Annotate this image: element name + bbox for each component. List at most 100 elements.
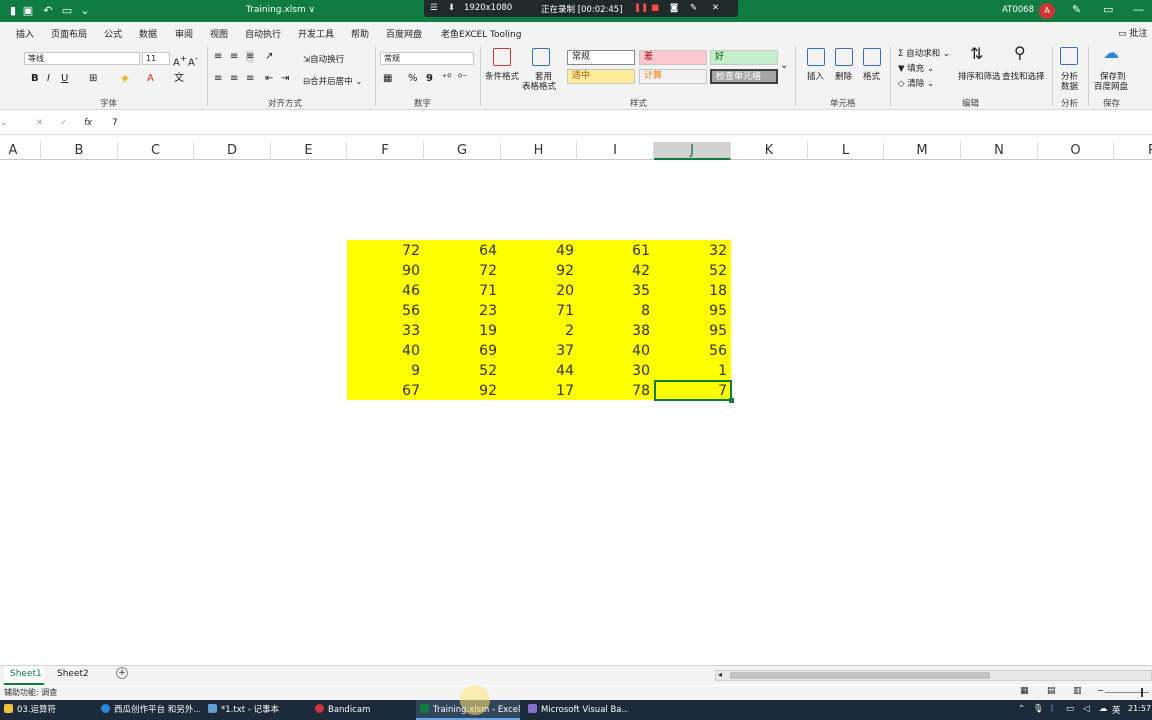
cell-h2[interactable]: 92 <box>501 261 574 281</box>
undo-icon[interactable]: ↶ <box>41 4 55 18</box>
horizontal-scrollbar[interactable]: ◂ <box>715 670 1152 681</box>
number-format-select[interactable]: 常规 <box>380 52 474 65</box>
cell-i4[interactable]: 8 <box>577 301 650 321</box>
cell-f3[interactable]: 46 <box>347 281 420 301</box>
align-top-icon[interactable]: ≡ <box>214 51 222 63</box>
cancel-icon[interactable]: ✕ <box>36 118 43 128</box>
underline-button[interactable]: U <box>61 73 68 85</box>
taskbar-item-browser[interactable]: 西瓜创作平台 和另外... <box>97 700 200 720</box>
screen-icon[interactable]: ▭ <box>60 4 74 18</box>
cell-j2[interactable]: 52 <box>654 261 727 281</box>
camera-icon[interactable]: ◙ <box>670 3 678 13</box>
column-header-j[interactable]: J <box>654 142 731 160</box>
cell-g5[interactable]: 19 <box>424 321 497 341</box>
insert-cells-button[interactable]: 插入 <box>807 70 824 82</box>
format-cells-button[interactable]: 格式 <box>863 70 880 82</box>
cell-h5[interactable]: 2 <box>501 321 574 341</box>
column-header-l[interactable]: L <box>808 142 884 160</box>
cell-g8[interactable]: 92 <box>424 381 497 401</box>
align-middle-icon[interactable]: ≡ <box>230 51 238 63</box>
autosum-button[interactable]: Σ 自动求和 ⌄ <box>898 47 950 59</box>
cell-j7[interactable]: 1 <box>654 361 727 381</box>
normal-view-icon[interactable]: ▦ <box>1020 686 1029 696</box>
cell-g7[interactable]: 52 <box>424 361 497 381</box>
cell-j3[interactable]: 18 <box>654 281 727 301</box>
pin-icon[interactable]: ⬇ <box>448 3 455 13</box>
clock[interactable]: 21:57 <box>1128 704 1151 713</box>
decimal-increase-icon[interactable]: ⁺⁰ <box>442 73 451 85</box>
indent-decrease-icon[interactable]: ⇤ <box>265 73 273 85</box>
cell-h4[interactable]: 71 <box>501 301 574 321</box>
pause-icon[interactable]: ❚❚ <box>634 3 648 13</box>
font-color-icon[interactable]: A <box>147 73 154 85</box>
cell-g1[interactable]: 64 <box>424 241 497 261</box>
page-layout-view-icon[interactable]: ▤ <box>1047 686 1056 696</box>
merge-center-button[interactable]: ⊟合并后居中 ⌄ <box>303 75 362 87</box>
menu-icon[interactable]: ☰ <box>430 3 438 13</box>
cell-i1[interactable]: 61 <box>577 241 650 261</box>
clear-button[interactable]: ◇ 清除 ⌄ <box>898 77 934 89</box>
style-check-cell[interactable]: 检查单元格 <box>710 69 778 84</box>
delete-cells-button[interactable]: 删除 <box>835 70 852 82</box>
phonetic-icon[interactable]: 文 <box>174 73 184 85</box>
cell-i3[interactable]: 35 <box>577 281 650 301</box>
cell-j6[interactable]: 56 <box>654 341 727 361</box>
cell-f6[interactable]: 40 <box>347 341 420 361</box>
indent-increase-icon[interactable]: ⇥ <box>281 73 289 85</box>
comment-button[interactable]: ▭ 批注 <box>1118 26 1147 39</box>
cell-i2[interactable]: 42 <box>577 261 650 281</box>
cell-i6[interactable]: 40 <box>577 341 650 361</box>
cell-g6[interactable]: 69 <box>424 341 497 361</box>
scroll-left-icon[interactable]: ◂ <box>718 670 722 679</box>
tab-page-layout[interactable]: 页面布局 <box>51 27 87 40</box>
column-header-o[interactable]: O <box>1038 142 1114 160</box>
bold-button[interactable]: B <box>31 73 39 85</box>
autosave-icon[interactable]: ▮ <box>6 4 20 18</box>
zoom-out-icon[interactable]: − <box>1097 686 1104 696</box>
style-good[interactable]: 好 <box>710 50 778 65</box>
taskbar-item-vba[interactable]: Microsoft Visual Ba... <box>524 700 628 720</box>
zoom-slider-thumb[interactable] <box>1141 688 1143 697</box>
tab-developer[interactable]: 开发工具 <box>298 27 334 40</box>
table-format-line2[interactable]: 表格格式 <box>522 80 556 92</box>
insert-function-icon[interactable]: fx <box>84 118 92 128</box>
styles-more-icon[interactable]: ⌄ <box>780 60 788 72</box>
stop-icon[interactable]: ■ <box>651 3 659 13</box>
tab-help[interactable]: 帮助 <box>351 27 369 40</box>
cell-f1[interactable]: 72 <box>347 241 420 261</box>
tray-overflow-icon[interactable]: ⌃ <box>1018 704 1025 714</box>
ribbon-display-icon[interactable]: ▭ <box>1103 3 1113 16</box>
formula-input[interactable]: 7 <box>112 118 118 128</box>
align-bottom-icon[interactable]: ≡ <box>246 51 255 63</box>
column-header-n[interactable]: N <box>961 142 1038 160</box>
cell-j5[interactable]: 95 <box>654 321 727 341</box>
sheet-tab-sheet1[interactable]: Sheet1 <box>4 666 44 685</box>
align-left-icon[interactable]: ≡ <box>214 73 222 85</box>
orientation-icon[interactable]: ↗ <box>265 51 273 63</box>
fill-button[interactable]: ▼ 填充 ⌄ <box>898 62 934 74</box>
close-icon[interactable]: ✕ <box>712 3 719 13</box>
cell-g3[interactable]: 71 <box>424 281 497 301</box>
column-header-d[interactable]: D <box>194 142 271 160</box>
percent-button[interactable]: % <box>408 73 418 85</box>
cell-i5[interactable]: 38 <box>577 321 650 341</box>
tab-tooling[interactable]: 老鱼EXCEL Tooling <box>441 27 521 40</box>
save-baidu-line2[interactable]: 百度网盘 <box>1094 80 1128 92</box>
column-header-k[interactable]: K <box>731 142 808 160</box>
minimize-icon[interactable]: — <box>1133 3 1144 16</box>
decimal-decrease-icon[interactable]: ⁰⁻ <box>458 73 467 85</box>
network-icon[interactable]: ▭ <box>1066 704 1074 714</box>
currency-icon[interactable]: ▦ <box>383 73 392 85</box>
increase-font-icon[interactable]: A+ <box>173 52 187 69</box>
cell-h7[interactable]: 44 <box>501 361 574 381</box>
column-header-b[interactable]: B <box>41 142 118 160</box>
column-header-p[interactable]: P <box>1114 142 1152 160</box>
cell-h1[interactable]: 49 <box>501 241 574 261</box>
sort-filter-button[interactable]: 排序和筛选 <box>958 70 1001 82</box>
page-break-view-icon[interactable]: ▥ <box>1073 686 1082 696</box>
bluetooth-icon[interactable]: ᛒ <box>1050 704 1055 714</box>
accessibility-status[interactable]: 辅助功能: 调查 <box>4 687 57 698</box>
cell-i8[interactable]: 78 <box>577 381 650 401</box>
column-header-h[interactable]: H <box>501 142 577 160</box>
cell-h6[interactable]: 37 <box>501 341 574 361</box>
